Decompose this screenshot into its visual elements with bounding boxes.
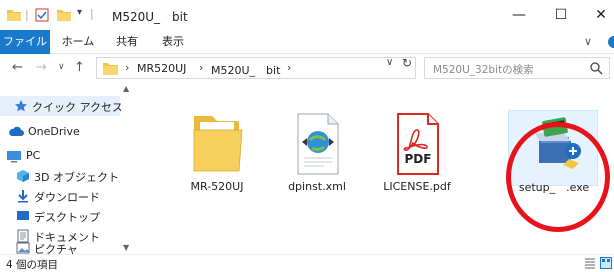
- search-placeholder: M520U_32bitの検索: [433, 64, 534, 76]
- 3d-objects-icon: [17, 170, 29, 182]
- tab-view[interactable]: 表示: [156, 30, 190, 54]
- cloud-icon: [9, 126, 24, 136]
- separator: |: [25, 8, 29, 21]
- sidebar-item-desktop[interactable]: デスクトップ: [0, 206, 120, 226]
- window-title: M520U_ bit: [112, 10, 188, 24]
- breadcrumb-separator-icon[interactable]: ›: [125, 61, 129, 74]
- search-icon[interactable]: [589, 61, 603, 75]
- star-icon: [15, 100, 27, 112]
- up-icon[interactable]: ↑: [74, 60, 85, 75]
- refresh-icon[interactable]: ↻: [402, 56, 412, 70]
- sidebar-item-3d-objects[interactable]: 3D オブジェクト: [0, 166, 120, 186]
- address-dropdown-icon[interactable]: ∨: [386, 57, 393, 68]
- file-name: dpinst.xml: [288, 180, 346, 193]
- address-bar[interactable]: › MR520UJ › M520U_ bit ›: [96, 57, 416, 79]
- sidebar-scrollbar[interactable]: ▲ ▼: [121, 82, 132, 254]
- sidebar-item-label: OneDrive: [28, 125, 80, 138]
- breadcrumb-item[interactable]: MR520UJ: [137, 62, 186, 75]
- folder-icon: [193, 116, 243, 172]
- navigation-pane: クイック アクセス OneDrive PC 3D オブジェクト ダウンロード デ…: [0, 82, 132, 254]
- pictures-icon: [16, 242, 30, 254]
- file-item-xml[interactable]: dpinst.xml: [272, 112, 362, 222]
- expand-ribbon-icon[interactable]: ∨: [584, 35, 592, 48]
- ribbon: ファイル ホーム 共有 表示 ∨: [0, 30, 614, 54]
- tab-file[interactable]: ファイル: [0, 30, 50, 54]
- document-icon: [17, 229, 29, 243]
- download-icon: [18, 190, 28, 203]
- navigation-bar: ← → ∨ ↑ › MR520UJ › M520U_ bit › ∨ ↻ M52…: [0, 54, 614, 82]
- file-name: LICENSE.pdf: [383, 180, 451, 193]
- properties-icon[interactable]: [34, 7, 50, 23]
- sidebar-item-label: PC: [26, 149, 41, 162]
- sidebar-item-downloads[interactable]: ダウンロード: [0, 186, 120, 206]
- sidebar-item-pc[interactable]: PC: [0, 146, 120, 166]
- scroll-up-icon[interactable]: ▲: [123, 84, 129, 93]
- search-box[interactable]: M520U_32bitの検索: [424, 57, 610, 79]
- minimize-button[interactable]: —: [508, 6, 530, 24]
- details-view-icon[interactable]: [584, 257, 596, 269]
- forward-icon[interactable]: →: [36, 60, 47, 75]
- sidebar-item-label: クイック アクセス: [32, 101, 123, 114]
- xml-file-icon: [297, 113, 339, 175]
- pdf-badge: PDF: [404, 152, 432, 166]
- tab-home[interactable]: ホーム: [58, 30, 98, 54]
- new-folder-icon[interactable]: [56, 7, 72, 23]
- file-item-folder[interactable]: MR-520UJ: [172, 112, 262, 222]
- sidebar-item-label: ピクチャ: [34, 243, 78, 254]
- folder-icon: [103, 63, 118, 75]
- file-name: MR-520UJ: [190, 180, 244, 193]
- item-count: 4 個の項目: [6, 259, 59, 271]
- breadcrumb-item[interactable]: M520U_ bit: [211, 62, 280, 78]
- sidebar-item-label: 3D オブジェクト: [34, 171, 119, 184]
- sidebar-item-label: デスクトップ: [34, 211, 100, 224]
- separator: |: [90, 7, 94, 20]
- pc-icon: [7, 151, 21, 163]
- sidebar-item-label: ダウンロード: [34, 191, 100, 204]
- sidebar-item-pictures[interactable]: ピクチャ: [0, 242, 120, 254]
- sidebar-item-onedrive[interactable]: OneDrive: [0, 122, 120, 142]
- highlight-circle: [506, 122, 610, 232]
- sidebar-item-quick-access[interactable]: クイック アクセス: [0, 96, 123, 116]
- recent-locations-icon[interactable]: ∨: [58, 62, 65, 72]
- scroll-down-icon[interactable]: ▼: [123, 243, 129, 252]
- breadcrumb-separator-icon[interactable]: ›: [199, 61, 203, 74]
- title-bar: | ▾ | M520U_ bit — ☐ ✕: [0, 0, 614, 30]
- help-icon[interactable]: [608, 36, 614, 48]
- file-item-pdf[interactable]: PDF LICENSE.pdf: [372, 112, 462, 222]
- maximize-button[interactable]: ☐: [550, 6, 572, 24]
- status-bar: 4 個の項目: [0, 254, 614, 272]
- quick-access-dropdown-icon[interactable]: ▾: [77, 7, 82, 23]
- folder-icon: [7, 10, 21, 21]
- breadcrumb-separator-icon[interactable]: ›: [287, 61, 291, 74]
- pdf-file-icon: [397, 113, 439, 175]
- tab-share[interactable]: 共有: [110, 30, 144, 54]
- close-button[interactable]: ✕: [590, 6, 612, 24]
- back-icon[interactable]: ←: [12, 60, 23, 75]
- large-icons-view-icon[interactable]: [600, 257, 612, 269]
- desktop-icon: [17, 211, 29, 220]
